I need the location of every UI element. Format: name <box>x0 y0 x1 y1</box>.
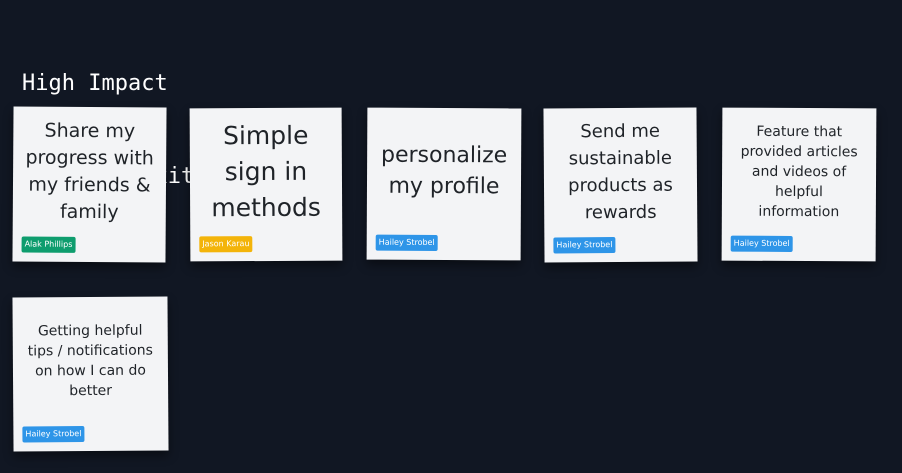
note-text-line: sustainable <box>568 147 672 170</box>
note-text-line: my friends & <box>28 173 151 196</box>
note-text-line: information <box>758 203 840 220</box>
note-text-line: family <box>59 200 119 223</box>
sticky-note-text: Feature that provided articles and video… <box>728 108 871 236</box>
sticky-note-text: personalize my profile <box>373 108 516 235</box>
note-text-line: on how I can do <box>34 362 146 380</box>
note-text-line: better <box>69 382 113 400</box>
author-tag[interactable]: Hailey Strobel <box>375 234 438 251</box>
note-text-line: rewards <box>584 201 657 224</box>
note-text-line: helpful <box>774 183 823 200</box>
note-text-line: products as <box>568 174 673 197</box>
note-text-line: Simple <box>222 120 309 150</box>
note-text-line: Getting helpful <box>37 322 143 340</box>
note-text-line: progress with <box>25 146 154 169</box>
sticky-note-text: Send me sustainable products as rewards <box>549 108 691 237</box>
sticky-note[interactable]: personalize my profile Hailey Strobel <box>366 107 522 261</box>
note-text-line: Send me <box>580 120 661 143</box>
sticky-note[interactable]: Getting helpful tips / notifications on … <box>12 296 169 452</box>
sticky-note-text: Getting helpful tips / notifications on … <box>18 297 162 426</box>
author-tag[interactable]: Hailey Strobel <box>22 426 85 443</box>
note-text-line: tips / notifications <box>27 342 153 360</box>
note-text-line: Share my <box>44 119 136 142</box>
note-text-line: personalize <box>380 142 508 169</box>
sticky-note[interactable]: Send me sustainable products as rewards … <box>543 107 698 263</box>
sticky-note[interactable]: Share my progress with my friends & fami… <box>12 106 167 263</box>
board-title-line-1: High Impact <box>22 71 168 96</box>
author-tag[interactable]: Hailey Strobel <box>553 237 616 254</box>
sticky-note[interactable]: Feature that provided articles and video… <box>721 107 877 262</box>
note-text-line: sign in <box>224 156 308 186</box>
author-tag[interactable]: Jason Karau <box>199 236 253 253</box>
note-text-line: Feature that <box>756 123 843 140</box>
sticky-note-text: Share my progress with my friends & fami… <box>19 107 161 237</box>
note-text-line: methods <box>211 192 321 222</box>
note-text-line: provided articles <box>740 143 858 160</box>
note-text-line: my profile <box>388 173 500 200</box>
sticky-note-text: Simple sign in methods <box>196 108 337 236</box>
sticky-note[interactable]: Simple sign in methods Jason Karau <box>189 107 343 262</box>
author-tag[interactable]: Hailey Strobel <box>730 235 793 252</box>
note-text-line: and videos of <box>751 163 847 180</box>
author-tag[interactable]: Alak Phillips <box>21 236 76 253</box>
